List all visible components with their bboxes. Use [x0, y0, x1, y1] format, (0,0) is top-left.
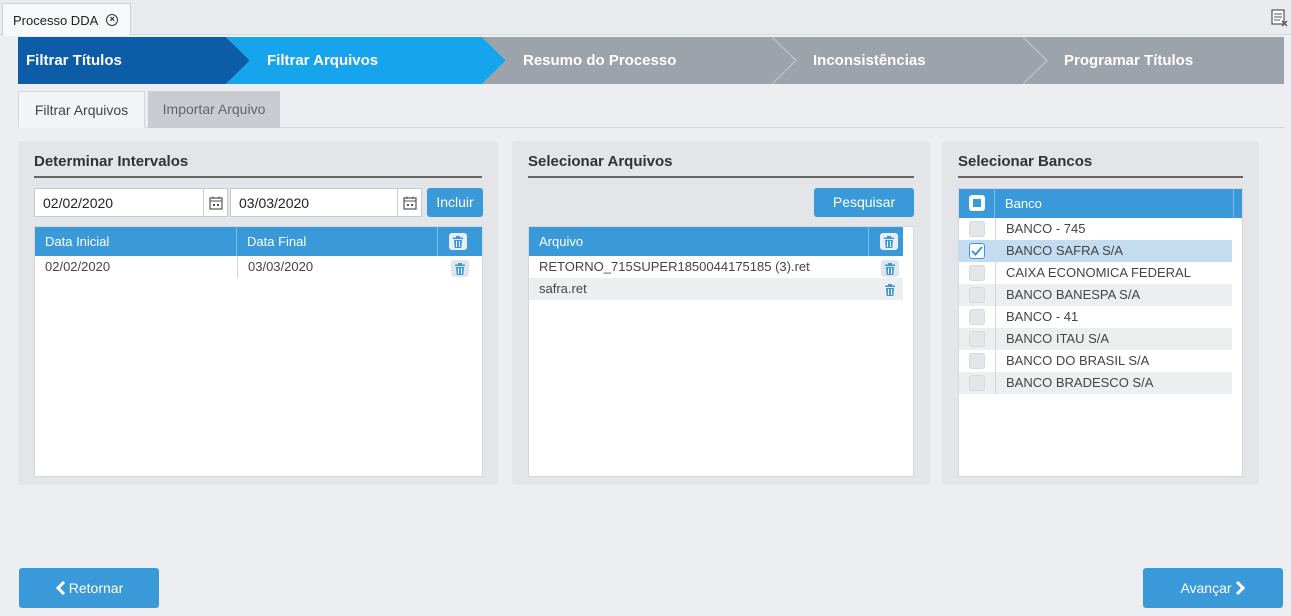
- wizard-steps: Filtrar Títulos Filtrar Arquivos Resumo …: [18, 37, 1284, 84]
- back-label: Retornar: [68, 580, 124, 596]
- row-checkbox[interactable]: [969, 353, 985, 369]
- select-all-cell: [959, 189, 995, 218]
- divider: [34, 176, 482, 178]
- list-item[interactable]: BANCO DO BRASIL S/A: [959, 350, 1232, 372]
- file-name: RETORNO_715SUPER1850044175185 (3).ret: [539, 259, 810, 274]
- files-title: Selecionar Arquivos: [528, 153, 673, 170]
- calendar-icon[interactable]: [203, 189, 227, 216]
- add-interval-button[interactable]: Incluir: [427, 188, 483, 217]
- chevron-right-icon: [1235, 581, 1245, 595]
- row-checkbox[interactable]: [969, 265, 985, 281]
- list-item[interactable]: BANCO BANESPA S/A: [959, 284, 1232, 306]
- list-item[interactable]: BANCO - 41: [959, 306, 1232, 328]
- back-button[interactable]: Retornar: [19, 568, 159, 608]
- chevron-left-icon: [55, 581, 65, 595]
- intervals-title: Determinar Intervalos: [34, 153, 189, 170]
- next-label: Avançar: [1180, 580, 1232, 596]
- bank-name: BANCO DO BRASIL S/A: [995, 350, 1149, 372]
- end-date-value: 03/03/2020: [239, 194, 310, 211]
- delete-row-icon[interactable]: [451, 260, 469, 277]
- bank-name: BANCO SAFRA S/A: [995, 240, 1123, 262]
- bank-name: BANCO BANESPA S/A: [995, 284, 1140, 306]
- start-date-value: 02/02/2020: [43, 194, 114, 211]
- table-row[interactable]: 02/02/2020 03/03/2020: [35, 256, 482, 278]
- tab-title: Processo DDA: [13, 12, 99, 28]
- list-item[interactable]: BANCO - 745: [959, 218, 1232, 240]
- bank-name: BANCO BRADESCO S/A: [995, 372, 1153, 394]
- row-checkbox[interactable]: [969, 309, 985, 325]
- window-options-icon[interactable]: [1271, 8, 1289, 28]
- list-item-selected[interactable]: BANCO SAFRA S/A: [959, 240, 1232, 262]
- column-data-final[interactable]: Data Final: [237, 227, 438, 256]
- cell-end: 03/03/2020: [237, 256, 438, 278]
- next-button[interactable]: Avançar: [1143, 568, 1283, 608]
- calendar-icon[interactable]: [397, 189, 421, 216]
- table-row[interactable]: safra.ret: [529, 278, 903, 300]
- row-checkbox[interactable]: [969, 331, 985, 347]
- tab-importar-arquivo[interactable]: Importar Arquivo: [148, 91, 280, 128]
- checked-checkbox[interactable]: [969, 243, 985, 259]
- close-tab-icon[interactable]: ×: [106, 14, 119, 26]
- step-programar-titulos[interactable]: Programar Títulos: [1064, 37, 1193, 84]
- tab-processo-dda[interactable]: Processo DDA ×: [2, 3, 131, 36]
- delete-all-icon[interactable]: [880, 233, 898, 250]
- step-inconsistencias[interactable]: Inconsistências: [813, 37, 926, 84]
- divider: [958, 176, 1243, 178]
- delete-all-icon[interactable]: [449, 233, 467, 250]
- banks-panel: Selecionar Bancos Banco BANCO - 745 BANC…: [942, 141, 1259, 485]
- table-row[interactable]: RETORNO_715SUPER1850044175185 (3).ret: [529, 256, 903, 278]
- step-filtrar-arquivos[interactable]: Filtrar Arquivos: [267, 37, 378, 84]
- intervals-panel: Determinar Intervalos 02/02/2020 03/03/2…: [18, 141, 498, 485]
- bank-name: CAIXA ECONOMICA FEDERAL: [995, 262, 1191, 284]
- table-header: Data Inicial Data Final: [35, 227, 482, 256]
- banks-title: Selecionar Bancos: [958, 153, 1093, 170]
- row-checkbox[interactable]: [969, 287, 985, 303]
- files-table: Arquivo RETORNO_715SUPER1850044175185 (3…: [528, 226, 914, 477]
- select-all-checkbox[interactable]: [969, 195, 985, 211]
- end-date-field[interactable]: 03/03/2020: [230, 188, 422, 217]
- table-header: Banco: [959, 189, 1242, 218]
- intervals-table: Data Inicial Data Final 02/02/2020 03/03…: [34, 226, 483, 477]
- step-filtrar-titulos[interactable]: Filtrar Títulos: [26, 37, 122, 84]
- column-arquivo[interactable]: Arquivo: [529, 227, 869, 256]
- bank-name: BANCO - 745: [995, 218, 1085, 240]
- search-button[interactable]: Pesquisar: [814, 188, 914, 217]
- document-tab-bar: Processo DDA ×: [0, 0, 1291, 36]
- delete-row-icon[interactable]: [881, 260, 899, 277]
- list-item[interactable]: BANCO ITAU S/A: [959, 328, 1232, 350]
- bank-name: BANCO ITAU S/A: [995, 328, 1109, 350]
- step-resumo-processo[interactable]: Resumo do Processo: [523, 37, 676, 84]
- bank-name: BANCO - 41: [995, 306, 1078, 328]
- divider: [528, 176, 914, 178]
- row-checkbox[interactable]: [969, 375, 985, 391]
- list-item[interactable]: CAIXA ECONOMICA FEDERAL: [959, 262, 1232, 284]
- column-banco[interactable]: Banco: [995, 189, 1234, 218]
- row-checkbox[interactable]: [969, 221, 985, 237]
- list-item[interactable]: BANCO BRADESCO S/A: [959, 372, 1232, 394]
- cell-start: 02/02/2020: [45, 259, 111, 274]
- file-name: safra.ret: [539, 281, 587, 296]
- sub-tabs: Filtrar Arquivos Importar Arquivo: [18, 91, 1284, 128]
- banks-table: Banco BANCO - 745 BANCO SAFRA S/A CAIXA …: [958, 188, 1243, 477]
- tab-filtrar-arquivos[interactable]: Filtrar Arquivos: [18, 91, 145, 128]
- files-panel: Selecionar Arquivos Pesquisar Arquivo RE…: [512, 141, 930, 485]
- table-header: Arquivo: [529, 227, 903, 256]
- delete-row-icon[interactable]: [881, 281, 899, 298]
- start-date-field[interactable]: 02/02/2020: [34, 188, 228, 217]
- column-data-inicial[interactable]: Data Inicial: [35, 227, 237, 256]
